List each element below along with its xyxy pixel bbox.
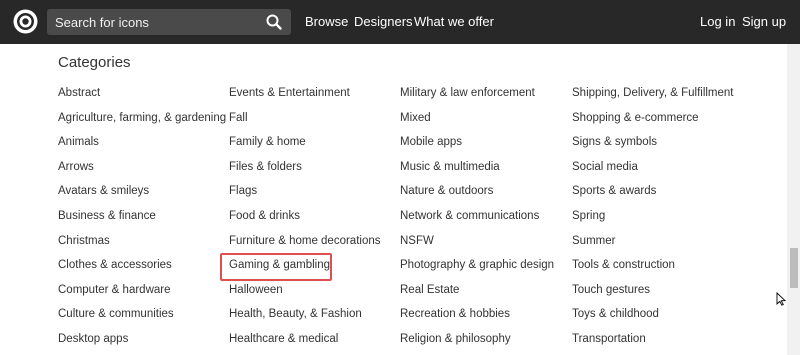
category-link[interactable]: Avatars & smileys: [58, 179, 223, 204]
page-title: Categories: [58, 54, 131, 71]
category-link[interactable]: Tools & construction: [572, 253, 737, 278]
category-link[interactable]: Real Estate: [400, 278, 565, 303]
signup-link[interactable]: Sign up: [742, 14, 786, 29]
category-link[interactable]: Events & Entertainment: [229, 81, 394, 106]
search-icon[interactable]: [265, 13, 283, 31]
nav-browse-link[interactable]: Browse: [305, 14, 348, 29]
category-column-3: Military & law enforcement Mixed Mobile …: [400, 81, 565, 352]
login-link[interactable]: Log in: [700, 14, 735, 29]
category-link[interactable]: Halloween: [229, 278, 394, 303]
category-link[interactable]: Clothes & accessories: [58, 253, 223, 278]
top-navigation-bar: Browse Designers What we offer Log in Si…: [0, 0, 800, 44]
iconfinder-logo-icon[interactable]: [12, 8, 39, 35]
scrollbar-thumb[interactable]: [790, 248, 798, 288]
category-link[interactable]: NSFW: [400, 229, 565, 254]
category-link[interactable]: Christmas: [58, 229, 223, 254]
category-link[interactable]: Toys & childhood: [572, 302, 737, 327]
category-link[interactable]: Mixed: [400, 106, 565, 131]
category-link[interactable]: Furniture & home decorations: [229, 229, 394, 254]
category-link[interactable]: Flags: [229, 179, 394, 204]
category-link[interactable]: Nature & outdoors: [400, 179, 565, 204]
category-link[interactable]: Agriculture, farming, & gardening: [58, 106, 226, 131]
category-link[interactable]: Military & law enforcement: [400, 81, 565, 106]
mouse-cursor-icon: [776, 292, 786, 306]
category-link[interactable]: Mobile apps: [400, 130, 565, 155]
category-link[interactable]: Network & communications: [400, 204, 565, 229]
category-link[interactable]: Signs & symbols: [572, 130, 737, 155]
category-link[interactable]: Computer & hardware: [58, 278, 223, 303]
category-column-2: Events & Entertainment Fall Family & hom…: [220, 81, 394, 352]
category-link[interactable]: Business & finance: [58, 204, 223, 229]
category-link[interactable]: Music & multimedia: [400, 155, 565, 180]
category-link[interactable]: Sports & awards: [572, 179, 737, 204]
category-link[interactable]: Shipping, Delivery, & Fulfillment: [572, 81, 737, 106]
category-link[interactable]: Fall: [229, 106, 394, 131]
category-link[interactable]: Shopping & e-commerce: [572, 106, 737, 131]
category-column-1: Abstract Agriculture, farming, & gardeni…: [58, 81, 226, 352]
category-link[interactable]: Food & drinks: [229, 204, 394, 229]
category-link[interactable]: Health, Beauty, & Fashion: [229, 302, 394, 327]
vertical-scrollbar[interactable]: [787, 44, 800, 355]
category-link-highlighted[interactable]: Gaming & gambling: [220, 253, 394, 281]
category-link[interactable]: Files & folders: [229, 155, 394, 180]
category-link[interactable]: Healthcare & medical: [229, 327, 394, 352]
category-link[interactable]: Summer: [572, 229, 737, 254]
category-link[interactable]: Spring: [572, 204, 737, 229]
category-column-4: Shipping, Delivery, & Fulfillment Shoppi…: [572, 81, 737, 352]
nav-what-we-offer-link[interactable]: What we offer: [414, 14, 494, 29]
category-link[interactable]: Family & home: [229, 130, 394, 155]
category-link[interactable]: Culture & communities: [58, 302, 223, 327]
category-link[interactable]: Touch gestures: [572, 278, 737, 303]
category-link[interactable]: Animals: [58, 130, 223, 155]
search-box: [47, 9, 291, 35]
category-link[interactable]: Desktop apps: [58, 327, 223, 352]
category-link[interactable]: Social media: [572, 155, 737, 180]
category-link[interactable]: Abstract: [58, 81, 223, 106]
category-link[interactable]: Photography & graphic design: [400, 253, 565, 278]
nav-designers-link[interactable]: Designers: [354, 14, 413, 29]
search-input[interactable]: [47, 9, 247, 35]
category-link[interactable]: Religion & philosophy: [400, 327, 565, 352]
category-link[interactable]: Arrows: [58, 155, 223, 180]
category-link[interactable]: Recreation & hobbies: [400, 302, 565, 327]
category-link[interactable]: Transportation: [572, 327, 737, 352]
